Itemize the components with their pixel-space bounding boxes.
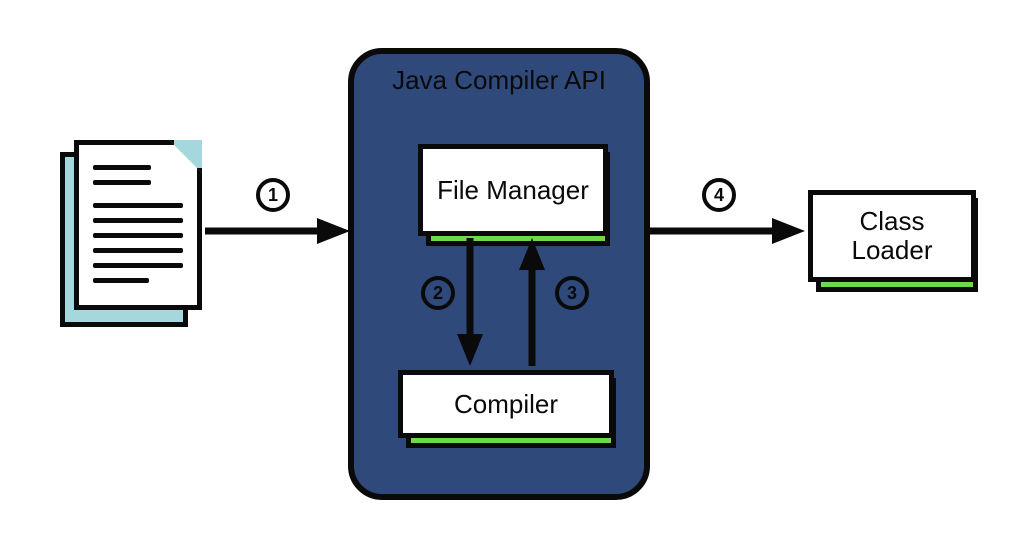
step-label: 4 [714, 185, 724, 206]
step-badge-1: 1 [256, 178, 290, 212]
container-title: Java Compiler API [354, 66, 644, 95]
arrow-2 [455, 238, 485, 368]
step-badge-4: 4 [702, 178, 736, 212]
diagram-canvas: 1 Java Compiler API File Manager Compile… [0, 0, 1024, 560]
step-label: 2 [433, 283, 443, 304]
arrow-4 [650, 216, 805, 246]
arrow-1 [205, 216, 350, 246]
box-label: Compiler [454, 390, 558, 419]
box-label: File Manager [437, 176, 589, 205]
step-badge-3: 3 [555, 276, 589, 310]
java-compiler-api-container: Java Compiler API File Manager Compiler [348, 48, 650, 500]
step-label: 3 [567, 283, 577, 304]
step-badge-2: 2 [421, 276, 455, 310]
arrow-3 [517, 238, 547, 368]
box-label: Class Loader [821, 207, 963, 264]
step-label: 1 [268, 185, 278, 206]
